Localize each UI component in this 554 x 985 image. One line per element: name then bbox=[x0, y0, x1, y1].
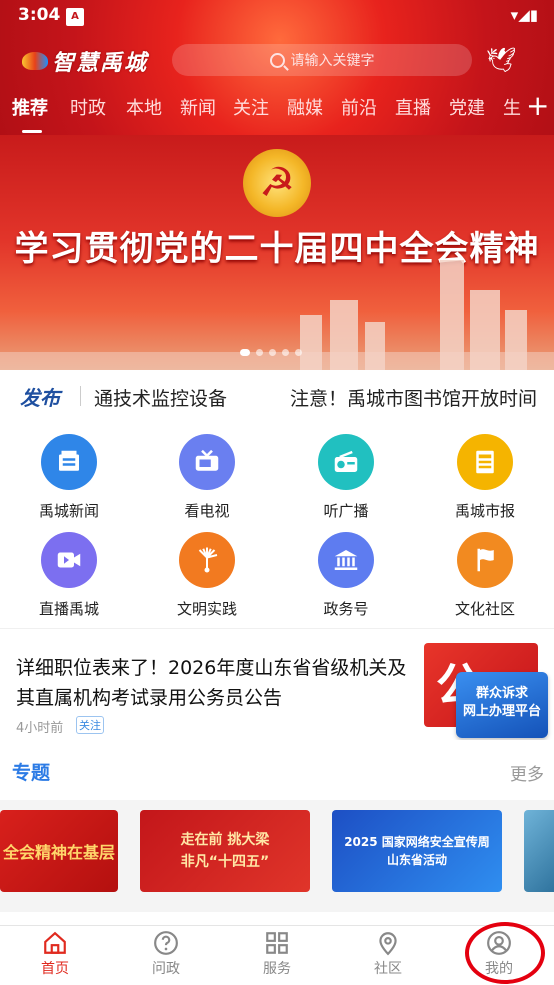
status-time: 3:04 bbox=[18, 5, 61, 25]
grid-label: 直播禹城 bbox=[38, 600, 99, 618]
appeal-platform-button[interactable]: 群众诉求 网上办理平台 bbox=[456, 672, 548, 738]
search-icon bbox=[269, 52, 285, 68]
add-tab-button[interactable]: + bbox=[526, 92, 549, 120]
home-icon bbox=[44, 931, 66, 954]
topic-card-text: 全会精神在基层 bbox=[2, 843, 115, 862]
grid-item-radio[interactable]: 听广播 bbox=[291, 434, 401, 521]
tab-live[interactable]: 直播 bbox=[395, 94, 431, 120]
tab-recommend[interactable]: 推荐 bbox=[12, 94, 48, 120]
search-input[interactable]: 请输入关键字 bbox=[172, 44, 472, 76]
grid-item-gov-account[interactable]: 政务号 bbox=[291, 532, 401, 619]
tv-icon bbox=[179, 434, 235, 490]
hand-icon bbox=[179, 532, 235, 588]
grid-item-city-paper[interactable]: 禹城市报 bbox=[430, 434, 540, 521]
building bbox=[300, 315, 322, 370]
tab-life[interactable]: 生 bbox=[503, 94, 521, 120]
topic-card[interactable] bbox=[524, 810, 554, 892]
category-tabs: 推荐 时政 本地 新闻 关注 融媒 前沿 直播 党建 生 bbox=[0, 94, 554, 134]
app-name: 智慧禹城 bbox=[52, 51, 149, 76]
banner-carousel[interactable]: ☭ 学习贯彻党的二十届四中全会精神 bbox=[0, 135, 554, 370]
carousel-dot[interactable] bbox=[295, 349, 302, 356]
newspaper-icon bbox=[457, 434, 513, 490]
feature-grid: 禹城新闻 看电视 听广播 禹城市报 直播禹城 文明实践 政务号 文化社区 bbox=[0, 422, 554, 628]
nav-service[interactable]: 服务 bbox=[237, 930, 317, 978]
divider bbox=[80, 386, 81, 406]
tab-politics[interactable]: 时政 bbox=[70, 94, 106, 120]
building bbox=[440, 260, 464, 370]
nav-label: 首页 bbox=[41, 961, 69, 977]
carousel-dot[interactable] bbox=[256, 349, 263, 356]
grid-label: 政务号 bbox=[323, 600, 369, 618]
grid-label: 禹城新闻 bbox=[38, 502, 99, 520]
topics-section: 专题 更多 全会精神在基层 走在前 挑大梁 非凡“十四五” 2025 国家网络安… bbox=[0, 740, 554, 925]
topics-more-link[interactable]: 更多 bbox=[510, 760, 544, 785]
ticker-badge: 发布 bbox=[20, 386, 60, 410]
tab-party[interactable]: 党建 bbox=[449, 94, 485, 120]
nav-label: 服务 bbox=[263, 961, 291, 977]
building bbox=[505, 310, 527, 370]
video-icon bbox=[41, 532, 97, 588]
tab-media[interactable]: 融媒 bbox=[287, 94, 323, 120]
grid-item-live[interactable]: 直播禹城 bbox=[14, 532, 124, 619]
news-time: 4小时前 bbox=[16, 721, 64, 736]
topics-title: 专题 bbox=[12, 762, 51, 784]
grid-item-yucheng-news[interactable]: 禹城新闻 bbox=[14, 434, 124, 521]
nav-community[interactable]: 社区 bbox=[348, 930, 428, 978]
grid-label: 看电视 bbox=[184, 502, 230, 520]
grid-item-watch-tv[interactable]: 看电视 bbox=[152, 434, 262, 521]
tab-news[interactable]: 新闻 bbox=[180, 94, 216, 120]
building bbox=[330, 300, 358, 370]
appeal-line-2: 网上办理平台 bbox=[462, 704, 541, 719]
banner-title: 学习贯彻党的二十届四中全会精神 bbox=[14, 229, 540, 269]
tab-follow[interactable]: 关注 bbox=[233, 94, 269, 120]
grid-label: 文化社区 bbox=[454, 600, 515, 618]
topics-carousel[interactable]: 全会精神在基层 走在前 挑大梁 非凡“十四五” 2025 国家网络安全宣传周 山… bbox=[0, 800, 554, 912]
building bbox=[365, 322, 385, 370]
nav-inquiry[interactable]: 问政 bbox=[126, 930, 206, 978]
government-icon bbox=[318, 532, 374, 588]
topic-card-text: 走在前 挑大梁 非凡“十四五” bbox=[180, 832, 270, 870]
system-status-icons: ▾◢▮ bbox=[510, 6, 538, 24]
carousel-dot[interactable] bbox=[282, 349, 289, 356]
grid-label: 听广播 bbox=[323, 502, 369, 520]
nav-home[interactable]: 首页 bbox=[15, 930, 95, 978]
grid-item-culture-community[interactable]: 文化社区 bbox=[430, 532, 540, 619]
nav-label: 社区 bbox=[374, 961, 402, 977]
follow-tag: 关注 bbox=[76, 716, 104, 734]
grid-label: 禹城市报 bbox=[454, 502, 515, 520]
flag-icon bbox=[457, 532, 513, 588]
app-logo: 智慧禹城 bbox=[22, 45, 148, 77]
notification-icon: A bbox=[66, 8, 84, 26]
nav-label: 问政 bbox=[152, 961, 180, 977]
status-bar: 3:04 A ▾◢▮ bbox=[0, 0, 554, 30]
tab-frontier[interactable]: 前沿 bbox=[341, 94, 377, 120]
topic-card[interactable]: 全会精神在基层 bbox=[0, 810, 118, 892]
tab-local[interactable]: 本地 bbox=[126, 94, 162, 120]
news-title[interactable]: 详细职位表来了！2026年度山东省省级机关及其直属机构考试录用公务员公告 bbox=[16, 653, 416, 713]
topic-card[interactable]: 走在前 挑大梁 非凡“十四五” bbox=[140, 810, 310, 892]
highlight-annotation bbox=[465, 922, 545, 984]
building bbox=[470, 290, 500, 370]
logo-mark-icon bbox=[22, 52, 48, 70]
ticker-item[interactable]: 通技术监控设备 bbox=[94, 384, 227, 411]
party-emblem-icon: ☭ bbox=[243, 149, 311, 217]
radio-icon bbox=[318, 434, 374, 490]
question-icon bbox=[154, 931, 178, 955]
carousel-indicator bbox=[240, 349, 302, 356]
news-icon bbox=[41, 434, 97, 490]
grid-icon bbox=[266, 932, 288, 954]
topic-card[interactable]: 2025 国家网络安全宣传周 山东省活动 bbox=[332, 810, 502, 892]
grid-label: 文明实践 bbox=[176, 600, 237, 618]
topic-card-text: 2025 国家网络安全宣传周 山东省活动 bbox=[344, 835, 490, 867]
carousel-dot[interactable] bbox=[240, 349, 250, 356]
location-icon bbox=[379, 932, 397, 956]
active-tab-indicator bbox=[22, 130, 42, 133]
carousel-dot[interactable] bbox=[269, 349, 276, 356]
appeal-line-1: 群众诉求 bbox=[475, 686, 528, 701]
announcement-ticker[interactable]: 发布 通技术监控设备 注意！禹城市图书馆开放时间 bbox=[0, 370, 554, 423]
ticker-item[interactable]: 注意！禹城市图书馆开放时间 bbox=[290, 384, 537, 411]
dove-icon: 🕊 bbox=[486, 46, 517, 74]
search-placeholder: 请输入关键字 bbox=[290, 53, 375, 69]
grid-item-civilization[interactable]: 文明实践 bbox=[152, 532, 262, 619]
